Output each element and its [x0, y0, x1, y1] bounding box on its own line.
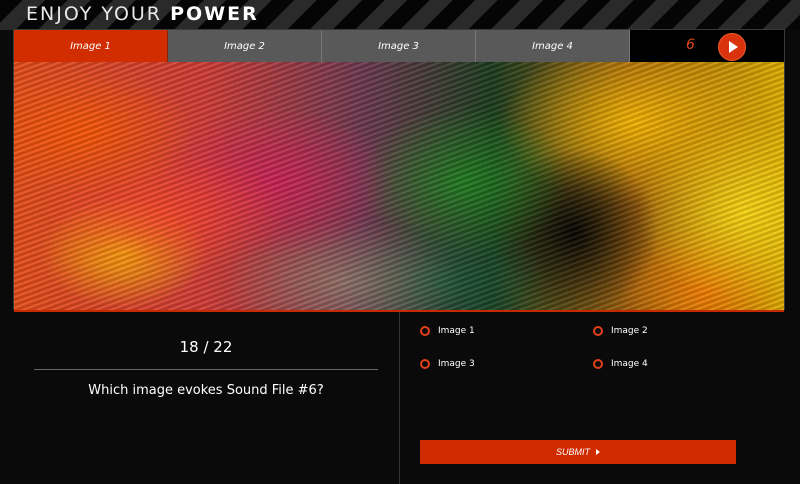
brand-emphasis: POWER	[170, 3, 259, 25]
option-image-2[interactable]: Image 2	[593, 323, 648, 339]
brand-prefix: ENJOY YOUR	[26, 3, 163, 25]
brand-logo: ENJOY YOUR POWER	[26, 3, 259, 25]
chevron-right-icon	[596, 449, 600, 455]
option-label: Image 1	[438, 326, 475, 336]
panel-divider	[399, 312, 400, 484]
question-text: Which image evokes Sound File #6?	[88, 383, 324, 398]
option-label: Image 4	[611, 359, 648, 369]
selected-image	[14, 62, 784, 312]
image-viewer: Image 1 Image 2 Image 3 Image 4 6	[13, 29, 785, 312]
timer-area: 6	[630, 30, 784, 62]
submit-button[interactable]: SUBMIT	[420, 440, 736, 464]
tab-image-2[interactable]: Image 2	[168, 30, 322, 62]
radio-icon[interactable]	[593, 326, 603, 336]
option-image-3[interactable]: Image 3	[420, 356, 475, 372]
option-label: Image 2	[611, 326, 648, 336]
submit-label: SUBMIT	[555, 447, 590, 457]
tab-image-1[interactable]: Image 1	[14, 30, 168, 62]
question-progress: 18 / 22	[179, 338, 233, 356]
progress-separator	[34, 369, 378, 370]
header-bar: ENJOY YOUR POWER	[0, 0, 800, 30]
radio-icon[interactable]	[420, 326, 430, 336]
option-label: Image 3	[438, 359, 475, 369]
radio-icon[interactable]	[420, 359, 430, 369]
play-button[interactable]	[718, 33, 746, 61]
radio-icon[interactable]	[593, 359, 603, 369]
countdown-timer: 6	[686, 37, 695, 53]
tab-image-3[interactable]: Image 3	[322, 30, 476, 62]
option-image-4[interactable]: Image 4	[593, 356, 648, 372]
image-tabs: Image 1 Image 2 Image 3 Image 4 6	[14, 30, 784, 62]
option-image-1[interactable]: Image 1	[420, 323, 475, 339]
tab-image-4[interactable]: Image 4	[476, 30, 630, 62]
